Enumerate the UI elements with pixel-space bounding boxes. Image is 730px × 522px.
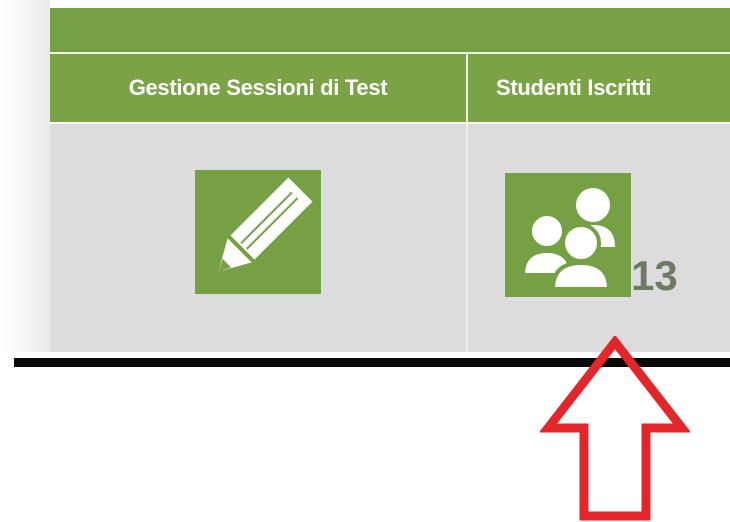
manage-test-sessions-button[interactable] — [195, 170, 321, 294]
red-up-arrow-icon — [540, 336, 690, 521]
screenshot-stage: Gestione Sessioni di Test Studenti Iscri… — [0, 0, 730, 522]
header-divider — [466, 54, 468, 122]
students-group-icon — [520, 188, 615, 291]
edit-pencil-icon — [218, 177, 313, 272]
panel-shadow — [0, 0, 50, 352]
test-management-table: Gestione Sessioni di Test Studenti Iscri… — [50, 0, 730, 352]
table-top-bar — [50, 8, 730, 54]
column-header-enrolled-students: Studenti Iscritti — [496, 75, 652, 100]
body-divider — [466, 124, 468, 352]
enrolled-students-button[interactable] — [505, 173, 631, 297]
column-header-test-sessions: Gestione Sessioni di Test — [128, 75, 388, 100]
table-header-row: Gestione Sessioni di Test Studenti Iscri… — [50, 54, 730, 122]
enrolled-students-count: 13 — [631, 252, 678, 299]
